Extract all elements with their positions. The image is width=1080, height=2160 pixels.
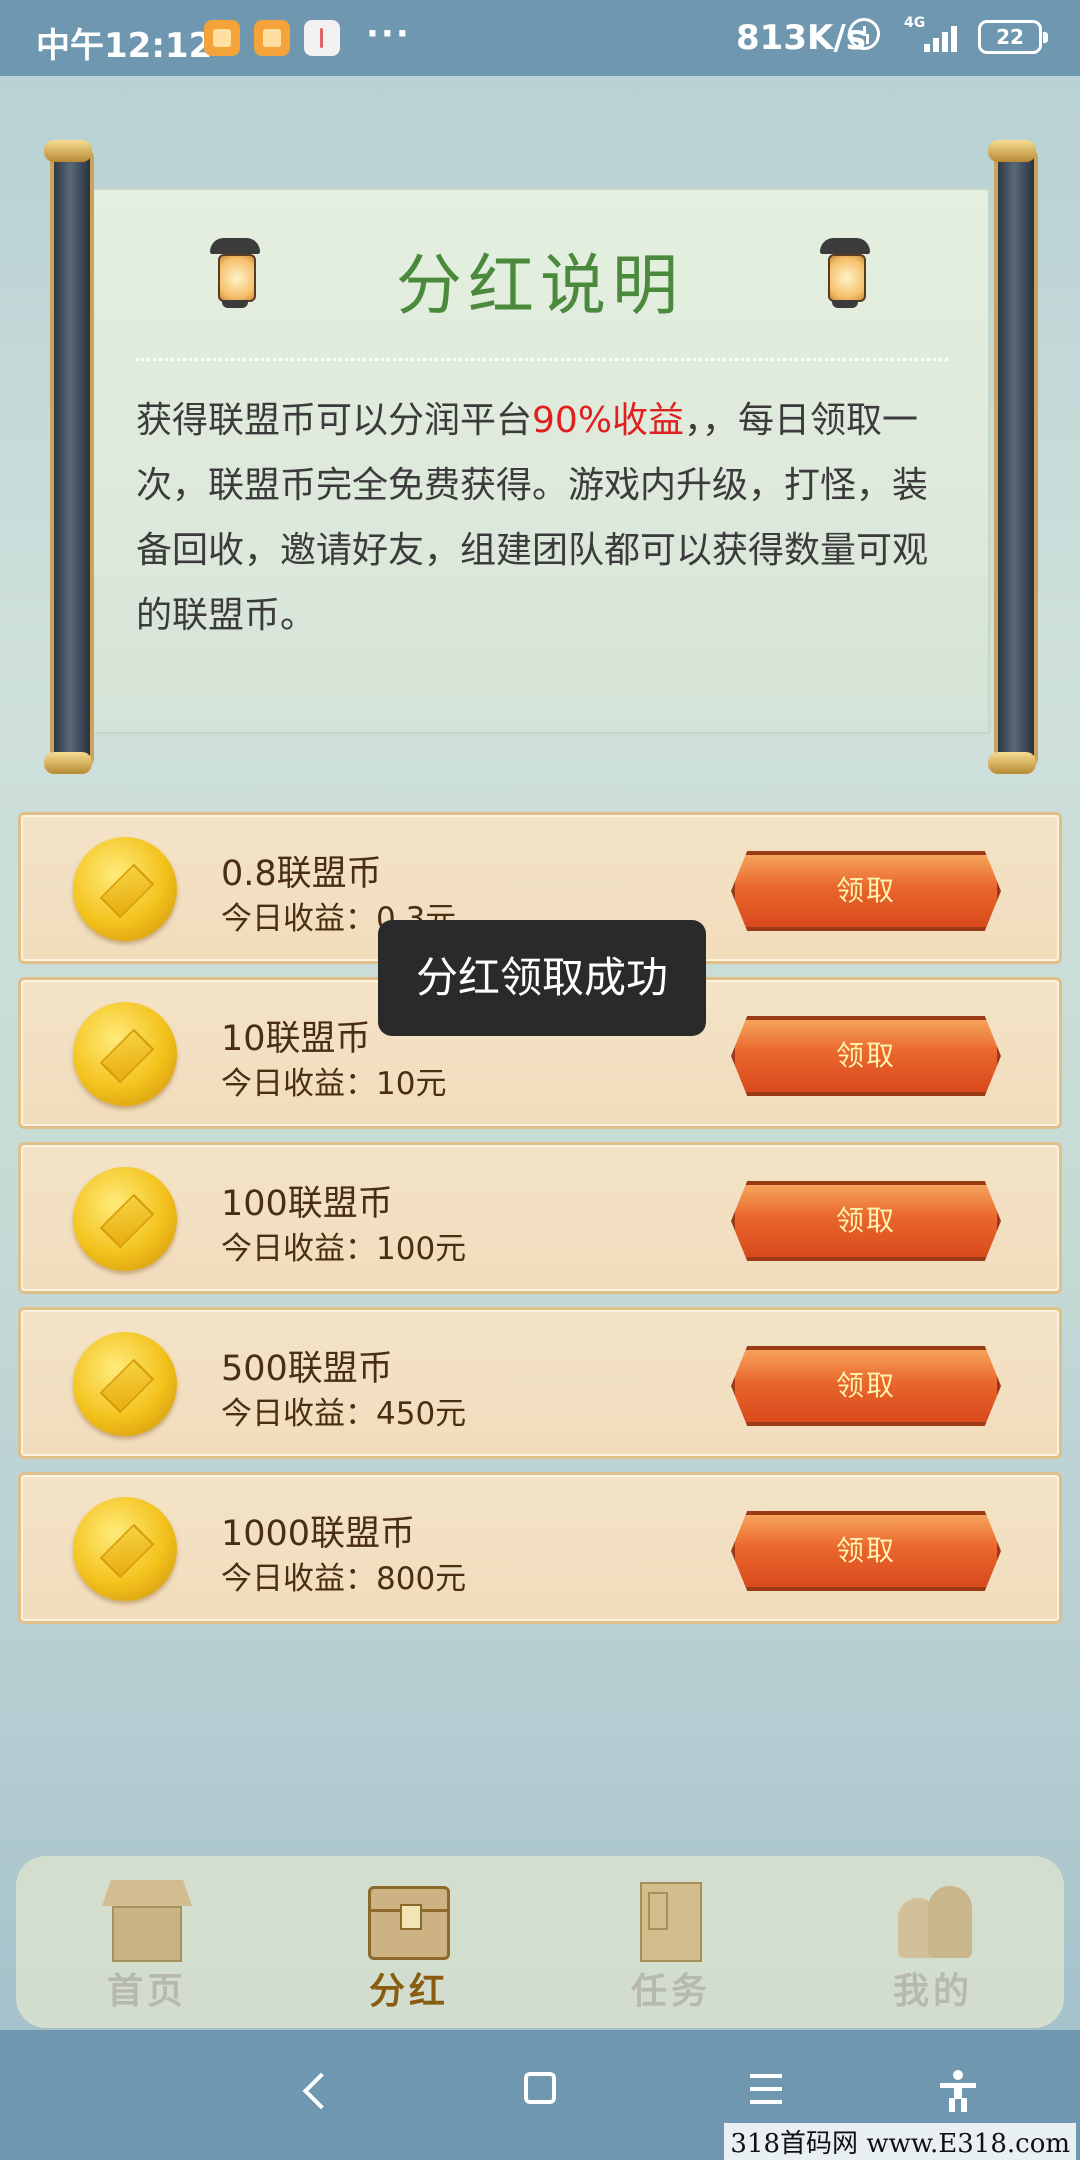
menu-icon[interactable] xyxy=(750,2074,782,2104)
reward-title: 500联盟币 xyxy=(221,1349,393,1389)
status-bar: 中午12:12 ··· 813K/s 4G 22 xyxy=(0,0,1080,76)
tab-label: 分红 xyxy=(368,1971,449,2012)
notification-icon xyxy=(204,20,240,56)
tab-label: 任务 xyxy=(630,1971,711,2012)
status-time: 中午12:12 xyxy=(36,26,213,66)
claim-button[interactable]: 领取 xyxy=(731,1511,1001,1591)
reward-income: 今日收益：10元 xyxy=(221,1066,447,1102)
claim-button[interactable]: 领取 xyxy=(731,1181,1001,1261)
reward-card: 100联盟币 今日收益：100元 领取 xyxy=(18,1142,1062,1294)
back-icon[interactable] xyxy=(302,2072,340,2110)
explanation-title: 分红说明 xyxy=(396,247,684,324)
reward-income: 今日收益：100元 xyxy=(221,1231,467,1267)
notification-icon xyxy=(254,20,290,56)
bottom-tab-bar: 首页 分红 任务 我的 xyxy=(16,1856,1064,2028)
reward-title: 0.8联盟币 xyxy=(221,854,382,894)
highlight-text: 90%收益 xyxy=(532,400,685,441)
tab-label: 我的 xyxy=(892,1971,973,2012)
tab-home[interactable]: 首页 xyxy=(16,1856,278,2028)
battery-icon: 22 xyxy=(978,20,1048,54)
coin-icon xyxy=(73,1002,177,1106)
reward-title: 1000联盟币 xyxy=(221,1514,416,1554)
reward-title: 10联盟币 xyxy=(221,1019,371,1059)
tab-dividend[interactable]: 分红 xyxy=(278,1856,540,2028)
tab-mine[interactable]: 我的 xyxy=(802,1856,1064,2028)
alarm-icon xyxy=(848,18,880,50)
people-icon xyxy=(888,1878,978,1962)
reward-card: 1000联盟币 今日收益：800元 领取 xyxy=(18,1472,1062,1624)
rod-cap xyxy=(988,752,1036,774)
success-toast: 分红领取成功 xyxy=(378,920,706,1036)
claim-button[interactable]: 领取 xyxy=(731,1346,1001,1426)
divider xyxy=(136,358,948,361)
reward-income: 今日收益：800元 xyxy=(221,1561,467,1597)
coin-icon xyxy=(73,1167,177,1271)
note-icon xyxy=(304,20,340,56)
book-icon xyxy=(626,1878,716,1962)
explanation-text: 获得联盟币可以分润平台90%收益，，每日领取一次，联盟币完全免费获得。游戏内升级… xyxy=(136,400,929,636)
chest-icon xyxy=(364,1878,454,1962)
coin-icon xyxy=(73,1497,177,1601)
rod-cap xyxy=(44,140,92,162)
signal-icon xyxy=(924,22,964,52)
coin-icon xyxy=(73,837,177,941)
accessibility-icon[interactable] xyxy=(940,2070,976,2112)
more-notifications-icon: ··· xyxy=(366,14,411,54)
claim-button[interactable]: 领取 xyxy=(731,851,1001,931)
network-type: 4G xyxy=(904,15,926,31)
network-speed: 813K/s xyxy=(736,18,866,58)
tab-label: 首页 xyxy=(106,1971,187,2012)
home-icon[interactable] xyxy=(524,2072,556,2104)
rod-cap xyxy=(44,752,92,774)
watermark: 318首码网 www.E318.com xyxy=(724,2123,1076,2160)
reward-title: 100联盟币 xyxy=(221,1184,393,1224)
reward-card: 500联盟币 今日收益：450元 领取 xyxy=(18,1307,1062,1459)
house-icon xyxy=(102,1878,192,1962)
tab-tasks[interactable]: 任务 xyxy=(540,1856,802,2028)
rod-cap xyxy=(988,140,1036,162)
reward-income: 今日收益：450元 xyxy=(221,1396,467,1432)
claim-button[interactable]: 领取 xyxy=(731,1016,1001,1096)
coin-icon xyxy=(73,1332,177,1436)
